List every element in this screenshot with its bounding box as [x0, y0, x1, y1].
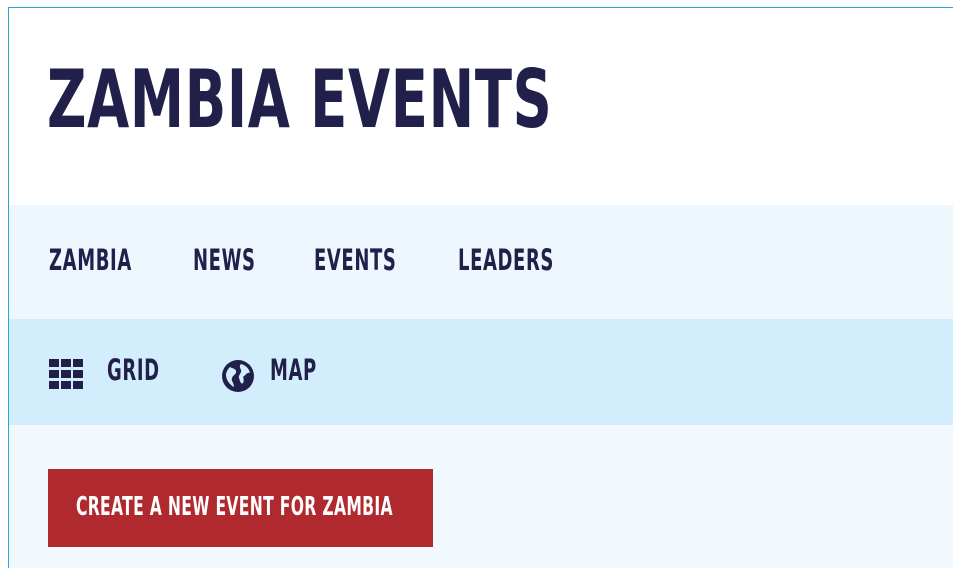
- nav-item-leaders[interactable]: LEADERS: [458, 243, 554, 277]
- view-toggle-bar: GRID MAP: [9, 319, 953, 425]
- content-area: CREATE A NEW EVENT FOR ZAMBIA: [9, 425, 953, 568]
- globe-icon: [222, 360, 254, 392]
- nav-item-events[interactable]: EVENTS: [314, 243, 396, 277]
- site-title[interactable]: ZAMBIA EVENTS: [47, 52, 553, 148]
- nav-item-news[interactable]: NEWS: [193, 243, 256, 277]
- create-event-button-label: CREATE A NEW EVENT FOR ZAMBIA: [76, 492, 393, 522]
- view-map-label: MAP: [270, 353, 317, 387]
- grid-icon: [49, 359, 83, 389]
- view-map-link[interactable]: MAP: [221, 353, 331, 393]
- view-grid-label: GRID: [107, 353, 160, 387]
- main-nav: ZAMBIA NEWS EVENTS LEADERS: [9, 205, 953, 319]
- create-event-button[interactable]: CREATE A NEW EVENT FOR ZAMBIA: [48, 469, 433, 547]
- nav-item-zambia[interactable]: ZAMBIA: [49, 243, 132, 277]
- view-grid-link[interactable]: GRID: [49, 353, 169, 393]
- site-header: ZAMBIA EVENTS: [9, 8, 953, 205]
- page-frame: ZAMBIA EVENTS ZAMBIA NEWS EVENTS LEADERS…: [8, 7, 953, 568]
